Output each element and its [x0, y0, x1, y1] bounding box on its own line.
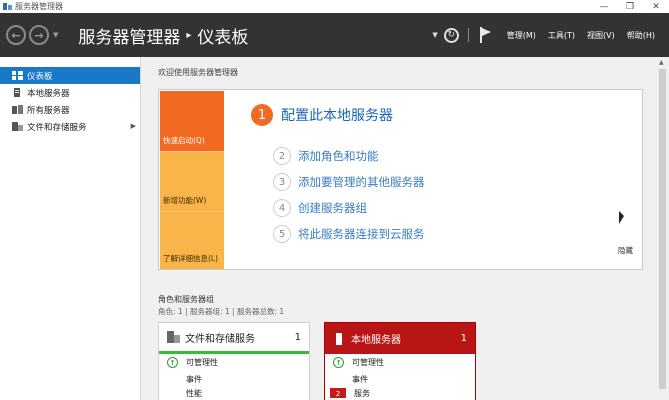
scrollbar-thumb[interactable]: [659, 69, 666, 389]
tile-row-manageability[interactable]: ↑ 可管理性: [159, 354, 309, 371]
sidebar-item-label: 仪表板: [27, 71, 53, 82]
tab-quick-start[interactable]: 快速启动(Q): [160, 91, 224, 151]
menu-tools[interactable]: 工具(T): [548, 30, 575, 41]
sidebar-item-dashboard[interactable]: 仪表板: [0, 67, 140, 84]
step-number: 4: [273, 199, 291, 217]
sidebar-item-local-server[interactable]: 本地服务器: [0, 84, 140, 101]
role-tile-file-storage[interactable]: 文件和存储服务 1 ↑ 可管理性 事件 性能: [158, 322, 310, 400]
restore-button[interactable]: ❐: [617, 0, 643, 13]
welcome-tile: 快速启动(Q) 新增功能(W) 了解详细信息(L) 1 配置此本地服务器 2 添…: [158, 89, 643, 270]
tile-row-label: 事件: [186, 375, 202, 384]
step-connect-cloud[interactable]: 5 将此服务器连接到云服务: [273, 225, 425, 243]
step-link[interactable]: 添加角色和功能: [298, 148, 379, 164]
tile-header[interactable]: 文件和存储服务 1: [159, 323, 309, 354]
step-number: 2: [273, 147, 291, 165]
servers-icon: [12, 105, 23, 114]
dashboard-icon: [12, 71, 23, 80]
tile-count: 1: [460, 333, 467, 344]
tile-title: 文件和存储服务: [185, 333, 255, 345]
tile-row-label: 服务: [354, 389, 370, 398]
mouse-cursor-icon: [619, 211, 624, 224]
breadcrumb-current: 仪表板: [197, 27, 249, 48]
step-create-group[interactable]: 4 创建服务器组: [273, 199, 367, 217]
breadcrumb: 服务器管理器 ▸ 仪表板: [78, 23, 248, 48]
history-dropdown-icon[interactable]: ▼: [53, 31, 58, 39]
breadcrumb-root[interactable]: 服务器管理器: [78, 23, 180, 48]
forward-arrow-icon: →: [34, 28, 44, 42]
step-number: 3: [273, 173, 291, 191]
tile-row-label: 性能: [186, 389, 202, 398]
tile-row-services[interactable]: 2 服务: [325, 388, 475, 398]
server-manager-icon: [3, 2, 12, 11]
back-arrow-icon: ←: [11, 28, 21, 42]
tile-row-label: 事件: [352, 375, 368, 384]
sidebar-item-label: 文件和存储服务: [27, 122, 87, 133]
role-tile-local-server[interactable]: 本地服务器 1 ↑ 可管理性 事件 2 服务: [324, 322, 476, 400]
step-add-roles[interactable]: 2 添加角色和功能: [273, 147, 379, 165]
step-link[interactable]: 创建服务器组: [298, 200, 367, 216]
hide-link[interactable]: 隐藏: [618, 245, 633, 256]
step-number: 1: [251, 104, 273, 126]
sidebar-item-file-storage[interactable]: 文件和存储服务 ▶: [0, 118, 140, 135]
welcome-title: 欢迎使用服务器管理器: [158, 68, 238, 77]
tile-header[interactable]: 本地服务器 1: [325, 323, 475, 354]
tile-row-manageability[interactable]: ↑ 可管理性: [325, 354, 475, 371]
refresh-button[interactable]: ↻: [443, 27, 459, 43]
step-link[interactable]: 配置此本地服务器: [281, 105, 393, 125]
breadcrumb-separator-icon: ▸: [186, 29, 192, 41]
scroll-up-icon[interactable]: ▲: [659, 59, 664, 66]
notifications-flag-icon[interactable]: [479, 27, 493, 43]
divider: [467, 28, 469, 42]
expand-arrow-icon[interactable]: ▶: [131, 122, 136, 130]
status-ok-icon: ↑: [333, 357, 344, 368]
vertical-scrollbar[interactable]: ▲: [656, 57, 669, 400]
forward-button[interactable]: →: [29, 25, 49, 45]
header-actions: ▼ ↻ 管理(M) 工具(T) 视图(V) 帮助(H): [432, 13, 669, 57]
roles-summary: 角色: 1 | 服务器组: 1 | 服务器总数: 1: [158, 307, 285, 316]
tile-title: 本地服务器: [351, 335, 401, 346]
sidebar-item-all-servers[interactable]: 所有服务器: [0, 101, 140, 118]
window-title: 服务器管理器: [15, 2, 63, 11]
sidebar-item-label: 本地服务器: [27, 88, 70, 99]
tile-count: 1: [294, 331, 301, 343]
server-manager-window: 服务器管理器 — ❐ ✕ ← → ▼ 服务器管理器 ▸ 仪表板 ▼ ↻ 管理(M…: [0, 0, 669, 400]
refresh-icon: ↻: [447, 30, 455, 40]
sidebar: 仪表板 本地服务器 所有服务器 文件和存储服务 ▶: [0, 57, 141, 400]
server-icon: [12, 88, 23, 97]
header-bar: ← → ▼ 服务器管理器 ▸ 仪表板 ▼ ↻ 管理(M) 工具(T) 视图(V)…: [0, 13, 669, 57]
dashboard-main: 欢迎使用服务器管理器 快速启动(Q) 新增功能(W) 了解详细信息(L) 1 配…: [142, 57, 656, 400]
tab-whats-new[interactable]: 新增功能(W): [160, 151, 224, 211]
sidebar-item-label: 所有服务器: [27, 105, 70, 116]
tile-row-label: 可管理性: [186, 358, 218, 367]
file-storage-icon: [12, 122, 23, 131]
step-link[interactable]: 添加要管理的其他服务器: [298, 174, 425, 190]
back-button[interactable]: ←: [6, 25, 26, 45]
title-bar: 服务器管理器 — ❐ ✕: [0, 0, 669, 13]
server-icon: [333, 332, 345, 345]
alert-count-badge: 2: [330, 388, 346, 398]
close-button[interactable]: ✕: [643, 0, 669, 13]
menu-help[interactable]: 帮助(H): [627, 30, 655, 41]
tile-row-events[interactable]: 事件: [325, 371, 475, 388]
menu-manage[interactable]: 管理(M): [507, 30, 536, 41]
tile-row-performance[interactable]: 性能: [159, 388, 309, 398]
menu-view[interactable]: 视图(V): [587, 30, 615, 41]
chevron-down-icon[interactable]: ▼: [432, 31, 437, 39]
step-configure-local-server[interactable]: 1 配置此本地服务器: [251, 104, 393, 126]
status-ok-icon: ↑: [167, 357, 178, 368]
file-storage-icon: [167, 331, 180, 343]
roles-title: 角色和服务器组: [158, 295, 214, 304]
tab-learn-more[interactable]: 了解详细信息(L): [160, 211, 224, 269]
tile-row-label: 可管理性: [352, 358, 384, 367]
step-add-servers[interactable]: 3 添加要管理的其他服务器: [273, 173, 425, 191]
step-link[interactable]: 将此服务器连接到云服务: [298, 226, 425, 242]
step-number: 5: [273, 225, 291, 243]
tile-row-events[interactable]: 事件: [159, 371, 309, 388]
minimize-button[interactable]: —: [591, 0, 617, 13]
